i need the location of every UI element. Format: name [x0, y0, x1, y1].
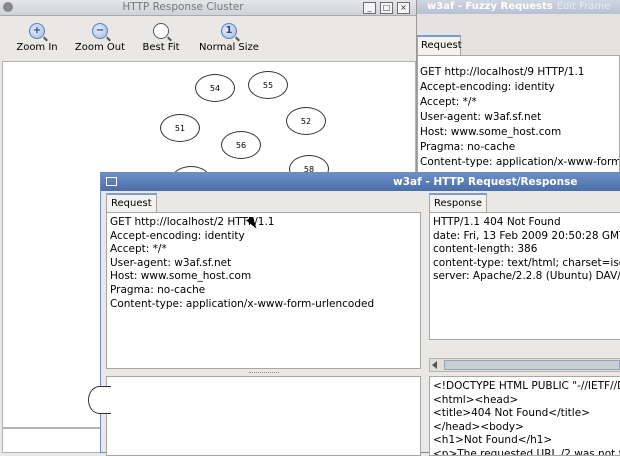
response-header-line: date: Fri, 13 Feb 2009 20:50:28 GMT — [433, 229, 620, 242]
minimize-icon[interactable]: _ — [363, 2, 376, 14]
cluster-node[interactable]: 55 — [248, 71, 288, 99]
response-horizontal-scrollbar[interactable] — [429, 358, 620, 372]
fuzzy-request-line: Accept-encoding: identity — [420, 81, 555, 93]
reqres-window-title: w3af - HTTP Request/Response — [393, 176, 578, 188]
cluster-window-titlebar[interactable]: HTTP Response Cluster _ □ × — [0, 0, 416, 16]
response-header-line: HTTP/1.1 404 Not Found — [433, 216, 561, 228]
response-body-line: <p>The requested URL /2 was not f — [433, 447, 620, 456]
fuzzy-request-line: Pragma: no-cache — [420, 141, 516, 153]
fuzzy-request-line: Host: www.some_host.com — [420, 126, 562, 138]
reqres-window-titlebar[interactable]: w3af - HTTP Request/Response — [101, 173, 620, 191]
response-header-line: content-length: 386 — [433, 243, 538, 256]
request-line: Accept-encoding: identity — [110, 229, 245, 242]
response-body-line: <h1>Not Found</h1> — [433, 434, 553, 447]
maximize-icon[interactable]: □ — [380, 2, 393, 14]
cluster-window-title: HTTP Response Cluster — [122, 1, 244, 13]
response-body-line: <html><head> — [433, 393, 519, 406]
zoom-out-icon: − — [92, 23, 108, 39]
request-line: Accept: */* — [110, 243, 167, 256]
response-header-line: server: Apache/2.2.8 (Ubuntu) DAV/2 — [433, 270, 620, 283]
fuzzy-request-line: GET http://localhost/9 HTTP/1.1 — [420, 66, 585, 78]
zoom-out-button[interactable]: − Zoom Out — [70, 19, 130, 53]
request-text-area[interactable]: GET http://localhost/2 HTTP/1.1 Accept-en… — [106, 212, 421, 369]
response-body-line: </head><body> — [433, 420, 524, 433]
cluster-toolbar: + Zoom In − Zoom Out Best Fit 1 Normal S… — [0, 16, 416, 60]
response-body-line: <!DOCTYPE HTML PUBLIC "-//IETF//D — [433, 380, 620, 392]
tab-request[interactable]: Request — [106, 193, 157, 212]
zoom-in-icon: + — [29, 23, 45, 39]
best-fit-label: Best Fit — [142, 42, 180, 53]
fuzzy-window-title-ghost: Edit Frame — [556, 1, 611, 12]
normal-size-button[interactable]: 1 Normal Size — [194, 19, 264, 53]
cluster-node[interactable]: 56 — [221, 131, 261, 159]
tab-response[interactable]: Response — [429, 193, 488, 212]
request-response-window: w3af - HTTP Request/Response Request Res… — [100, 172, 620, 456]
response-body-area[interactable]: <!DOCTYPE HTML PUBLIC "-//IETF//D <html><… — [429, 376, 620, 456]
fuzzy-request-line: Accept: */* — [420, 96, 477, 108]
zoom-out-label: Zoom Out — [74, 42, 126, 53]
zoom-in-label: Zoom In — [16, 42, 58, 53]
fuzzy-tab-request[interactable]: Request — [417, 35, 462, 55]
normal-size-icon: 1 — [221, 23, 237, 39]
fuzzy-window-title: w3af - Fuzzy Requests — [427, 1, 553, 12]
request-line: Host: www.some_host.com — [110, 270, 252, 283]
window-icon[interactable] — [106, 177, 117, 186]
fuzzy-request-text[interactable]: GET http://localhost/9 HTTP/1.1 Accept-e… — [417, 55, 620, 175]
best-fit-button[interactable]: Best Fit — [138, 19, 184, 53]
request-line: User-agent: w3af.sf.net — [110, 256, 232, 269]
request-pane-splitter[interactable] — [106, 370, 421, 375]
request-body-area[interactable] — [106, 376, 421, 456]
response-headers-area[interactable]: HTTP/1.1 404 Not Found date: Fri, 13 Feb … — [429, 212, 620, 340]
request-line: GET http://localhost/2 HTTP/1.1 — [110, 216, 275, 228]
fuzzy-window-titlebar[interactable]: w3af - Fuzzy Requests Edit Frame — [405, 0, 620, 14]
request-line: Pragma: no-cache — [110, 283, 206, 296]
best-fit-icon — [153, 23, 169, 39]
scroll-left-icon[interactable] — [432, 361, 437, 369]
fuzzy-request-line: User-agent: w3af.sf.net — [420, 111, 542, 123]
cluster-node[interactable]: 52 — [286, 107, 326, 135]
scroll-thumb[interactable] — [444, 360, 620, 370]
cluster-node[interactable]: 54 — [195, 74, 235, 102]
close-icon[interactable]: × — [397, 2, 410, 14]
normal-size-label: Normal Size — [199, 42, 259, 53]
request-line: Content-type: application/x-www-form-url… — [110, 297, 375, 310]
response-header-line: content-type: text/html; charset=iso — [433, 256, 620, 269]
cluster-node[interactable]: 51 — [160, 114, 200, 142]
cluster-node-partial[interactable] — [88, 386, 111, 414]
fuzzy-request-line: Content-type: application/x-www-form-url… — [420, 156, 620, 168]
zoom-in-button[interactable]: + Zoom In — [14, 19, 60, 53]
response-body-line: <title>404 Not Found</title> — [433, 407, 590, 420]
